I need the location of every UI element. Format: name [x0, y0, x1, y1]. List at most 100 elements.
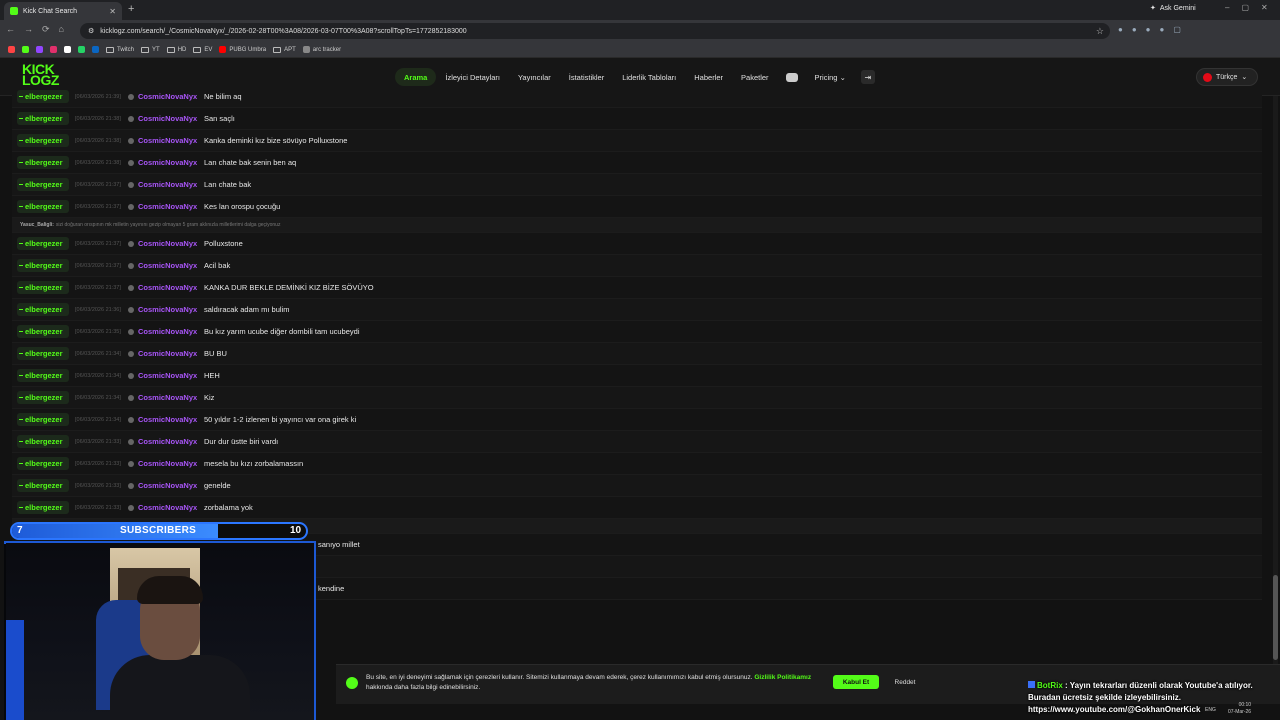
- chat-message: saldıracak adam mı bulim: [204, 305, 290, 314]
- bookmark-folder-apt[interactable]: APT: [273, 46, 296, 53]
- channel-badge[interactable]: elbergezer: [17, 369, 69, 382]
- nav-haberler[interactable]: Haberler: [685, 68, 732, 86]
- chat-username[interactable]: CosmicNovaNyx: [138, 481, 204, 490]
- cookie-message-tail: hakkında daha fazla bilgi edinebilirsini…: [366, 684, 481, 691]
- chat-username[interactable]: CosmicNovaNyx: [138, 503, 204, 512]
- nav-liderlik-tablolari[interactable]: Liderlik Tabloları: [613, 68, 685, 86]
- channel-badge[interactable]: elbergezer: [17, 112, 69, 125]
- channel-badge[interactable]: elbergezer: [17, 303, 69, 316]
- new-tab-icon[interactable]: +: [128, 3, 134, 15]
- bookmark-icon[interactable]: [64, 46, 71, 53]
- chat-username[interactable]: CosmicNovaNyx: [138, 158, 204, 167]
- cookie-reject-button[interactable]: Reddet: [888, 675, 922, 689]
- message-timestamp: [06/03/2026 21:34]: [75, 372, 121, 379]
- login-icon[interactable]: ⇥: [860, 70, 875, 84]
- channel-badge[interactable]: elbergezer: [17, 281, 69, 294]
- chat-username[interactable]: CosmicNovaNyx: [138, 180, 204, 189]
- language-selector[interactable]: Türkçe ⌄: [1196, 68, 1258, 86]
- browser-tab[interactable]: Kick Chat Search ✕: [4, 2, 122, 20]
- channel-badge[interactable]: elbergezer: [17, 457, 69, 470]
- nav-paketler[interactable]: Paketler: [732, 68, 778, 86]
- nav-pricing[interactable]: Pricing ⌄: [806, 68, 855, 86]
- channel-badge[interactable]: elbergezer: [17, 325, 69, 338]
- reply-username[interactable]: Yasuc_Baligli:: [20, 222, 54, 228]
- channel-badge[interactable]: elbergezer: [17, 413, 69, 426]
- address-bar[interactable]: ⚙ kicklogz.com/search/_/CosmicNovaNyx/_/…: [80, 23, 1110, 39]
- bookmark-icon[interactable]: [92, 46, 99, 53]
- chat-username[interactable]: CosmicNovaNyx: [138, 349, 204, 358]
- bookmark-folder-yt[interactable]: YT: [141, 46, 160, 53]
- channel-badge[interactable]: elbergezer: [17, 391, 69, 404]
- chat-username[interactable]: CosmicNovaNyx: [138, 437, 204, 446]
- chat-username[interactable]: CosmicNovaNyx: [138, 393, 204, 402]
- channel-name: elbergezer: [25, 158, 63, 167]
- privacy-policy-link[interactable]: Gizlilik Politikamız: [754, 674, 811, 681]
- channel-badge[interactable]: elbergezer: [17, 90, 69, 103]
- taskbar-language[interactable]: ENG: [1205, 707, 1216, 713]
- site-info-icon[interactable]: ⚙: [88, 27, 94, 35]
- chevron-down-icon: ⌄: [1241, 74, 1248, 81]
- bookmark-star-icon[interactable]: ☆: [1096, 26, 1104, 37]
- bookmark-icon[interactable]: [22, 46, 29, 53]
- chat-username[interactable]: CosmicNovaNyx: [138, 261, 204, 270]
- bookmark-folder-ev[interactable]: EV: [193, 46, 212, 53]
- tab-close-icon[interactable]: ✕: [109, 7, 116, 16]
- botrix-text: : Yayın tekrarları düzenli olarak Youtub…: [1065, 681, 1253, 690]
- bookmark-icon[interactable]: [78, 46, 85, 53]
- nav-yayincilar[interactable]: Yayıncılar: [509, 68, 560, 86]
- chat-username[interactable]: CosmicNovaNyx: [138, 327, 204, 336]
- chat-username[interactable]: CosmicNovaNyx: [138, 136, 204, 145]
- channel-badge[interactable]: elbergezer: [17, 259, 69, 272]
- chat-username[interactable]: CosmicNovaNyx: [138, 202, 204, 211]
- scrollbar-thumb[interactable]: [1273, 575, 1278, 660]
- taskbar-clock[interactable]: 00:10 07-Mar-26: [1228, 702, 1251, 716]
- channel-badge[interactable]: elbergezer: [17, 200, 69, 213]
- extensions-icons[interactable]: ●●●●▢: [1118, 25, 1190, 34]
- chat-username[interactable]: CosmicNovaNyx: [138, 114, 204, 123]
- bookmark-icon[interactable]: [36, 46, 43, 53]
- discord-icon[interactable]: [785, 72, 798, 82]
- bookmark-pubg-umbra[interactable]: PUBG Umbra: [219, 46, 266, 53]
- chat-username[interactable]: CosmicNovaNyx: [138, 239, 204, 248]
- message-timestamp: [06/03/2026 21:38]: [75, 159, 121, 166]
- bookmark-label: APT: [284, 46, 296, 53]
- channel-badge[interactable]: elbergezer: [17, 178, 69, 191]
- message-timestamp: [06/03/2026 21:33]: [75, 482, 121, 489]
- channel-badge[interactable]: elbergezer: [17, 134, 69, 147]
- chat-username[interactable]: CosmicNovaNyx: [138, 371, 204, 380]
- chat-username[interactable]: CosmicNovaNyx: [138, 92, 204, 101]
- bookmark-folder-twitch[interactable]: Twitch: [106, 46, 134, 53]
- nav-arama[interactable]: Arama: [395, 68, 437, 86]
- nav-izleyici-detaylari[interactable]: İzleyici Detayları: [436, 68, 509, 86]
- chat-username[interactable]: CosmicNovaNyx: [138, 415, 204, 424]
- chat-row: elbergezer [06/03/2026 21:37] CosmicNovaNy…: [12, 277, 1262, 299]
- cookie-accept-button[interactable]: Kabul Et: [833, 675, 879, 689]
- badge-dash-icon: [19, 353, 23, 354]
- channel-badge[interactable]: elbergezer: [17, 479, 69, 492]
- channel-badge[interactable]: elbergezer: [17, 347, 69, 360]
- chat-message: kendine: [318, 584, 345, 593]
- nav-istatistikler[interactable]: İstatistikler: [560, 68, 613, 86]
- chat-message: sanıyo millet: [318, 540, 360, 549]
- window-controls[interactable]: –▢✕: [1225, 3, 1280, 12]
- ask-gemini-button[interactable]: ✦ Ask Gemini: [1150, 4, 1196, 13]
- channel-badge[interactable]: elbergezer: [17, 435, 69, 448]
- ask-gemini-label: Ask Gemini: [1159, 4, 1196, 12]
- chat-username[interactable]: CosmicNovaNyx: [138, 305, 204, 314]
- user-avatar-icon: [128, 372, 134, 379]
- botrix-line2: Buradan ücretsiz şekilde izleyebilirsini…: [1028, 693, 1181, 702]
- bookmark-icon[interactable]: [8, 46, 15, 53]
- browser-nav-buttons[interactable]: ←→⟳⌂: [6, 24, 73, 35]
- chat-message: 50 yıldır 1-2 izlenen bi yayıncı var ona…: [204, 415, 357, 424]
- chat-username[interactable]: CosmicNovaNyx: [138, 459, 204, 468]
- channel-badge[interactable]: elbergezer: [17, 237, 69, 250]
- bookmark-arc-tracker[interactable]: arc tracker: [302, 46, 341, 53]
- chat-username[interactable]: CosmicNovaNyx: [138, 283, 204, 292]
- bookmark-label: YT: [152, 46, 160, 53]
- channel-badge[interactable]: elbergezer: [17, 156, 69, 169]
- bookmark-label: HD: [177, 46, 187, 53]
- bookmark-folder-hd[interactable]: HD: [166, 46, 187, 53]
- bookmark-icon[interactable]: [50, 46, 57, 53]
- folder-icon: [166, 46, 175, 53]
- channel-badge[interactable]: elbergezer: [17, 501, 69, 514]
